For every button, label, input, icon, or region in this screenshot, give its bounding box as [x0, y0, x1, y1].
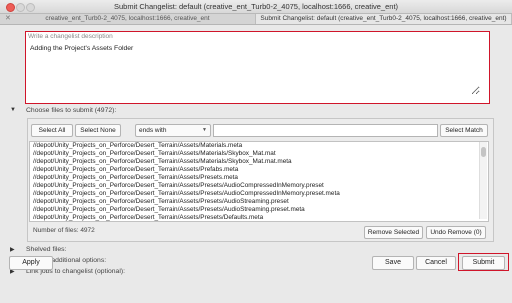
expanded-triangle-icon[interactable]: ▼: [10, 107, 16, 113]
description-label: Write a changelist description: [28, 33, 113, 40]
select-all-button[interactable]: Select All: [31, 124, 73, 137]
list-item[interactable]: //depot/Unity_Projects_on_Perforce/Deser…: [30, 142, 488, 150]
tab-workspace[interactable]: creative_ent_Turb0-2_4075, localhost:166…: [0, 14, 256, 24]
description-field[interactable]: Adding the Project's Assets Folder: [30, 45, 480, 95]
list-item[interactable]: //depot/Unity_Projects_on_Perforce/Deser…: [30, 166, 488, 174]
list-item[interactable]: //depot/Unity_Projects_on_Perforce/Deser…: [30, 174, 488, 182]
list-item[interactable]: //depot/Unity_Projects_on_Perforce/Deser…: [30, 158, 488, 166]
list-item[interactable]: //depot/Unity_Projects_on_Perforce/Deser…: [30, 214, 488, 221]
window-title: Submit Changelist: default (creative_ent…: [113, 2, 399, 11]
submit-button[interactable]: Submit: [462, 256, 505, 270]
save-button[interactable]: Save: [372, 256, 414, 270]
title-bar: Submit Changelist: default (creative_ent…: [0, 0, 512, 14]
list-item[interactable]: //depot/Unity_Projects_on_Perforce/Deser…: [30, 182, 488, 190]
list-item[interactable]: //depot/Unity_Projects_on_Perforce/Deser…: [30, 190, 488, 198]
file-count: Number of files: 4972: [33, 227, 95, 234]
filter-mode-select[interactable]: ends with ▼: [135, 124, 211, 137]
dropdown-arrow-icon: ▼: [202, 127, 207, 133]
description-box: Write a changelist description Adding th…: [25, 31, 490, 104]
filter-input[interactable]: [213, 124, 438, 137]
list-item[interactable]: //depot/Unity_Projects_on_Perforce/Deser…: [30, 150, 488, 158]
tab-bar: creative_ent_Turb0-2_4075, localhost:166…: [0, 14, 512, 25]
select-match-button[interactable]: Select Match: [440, 124, 488, 137]
undo-remove-button[interactable]: Undo Remove (0): [426, 226, 486, 239]
collapsed-triangle-icon[interactable]: ▶: [10, 246, 15, 253]
list-item[interactable]: //depot/Unity_Projects_on_Perforce/Deser…: [30, 198, 488, 206]
remove-selected-button[interactable]: Remove Selected: [364, 226, 423, 239]
apply-button[interactable]: Apply: [9, 256, 53, 270]
list-item[interactable]: //depot/Unity_Projects_on_Perforce/Deser…: [30, 206, 488, 214]
scrollbar-thumb[interactable]: [481, 147, 486, 157]
tab-submit-changelist[interactable]: Submit Changelist: default (creative_ent…: [256, 14, 512, 24]
cancel-button[interactable]: Cancel: [416, 256, 456, 270]
files-section-label: Choose files to submit (4972):: [26, 107, 117, 114]
select-none-button[interactable]: Select None: [75, 124, 121, 137]
shelved-files-label[interactable]: Shelved files:: [26, 246, 66, 253]
close-tab-icon[interactable]: ✕: [5, 14, 11, 24]
file-list[interactable]: //depot/Unity_Projects_on_Perforce/Deser…: [29, 141, 489, 222]
filter-mode-value: ends with: [139, 127, 167, 134]
file-list-scrollbar[interactable]: [479, 142, 487, 219]
